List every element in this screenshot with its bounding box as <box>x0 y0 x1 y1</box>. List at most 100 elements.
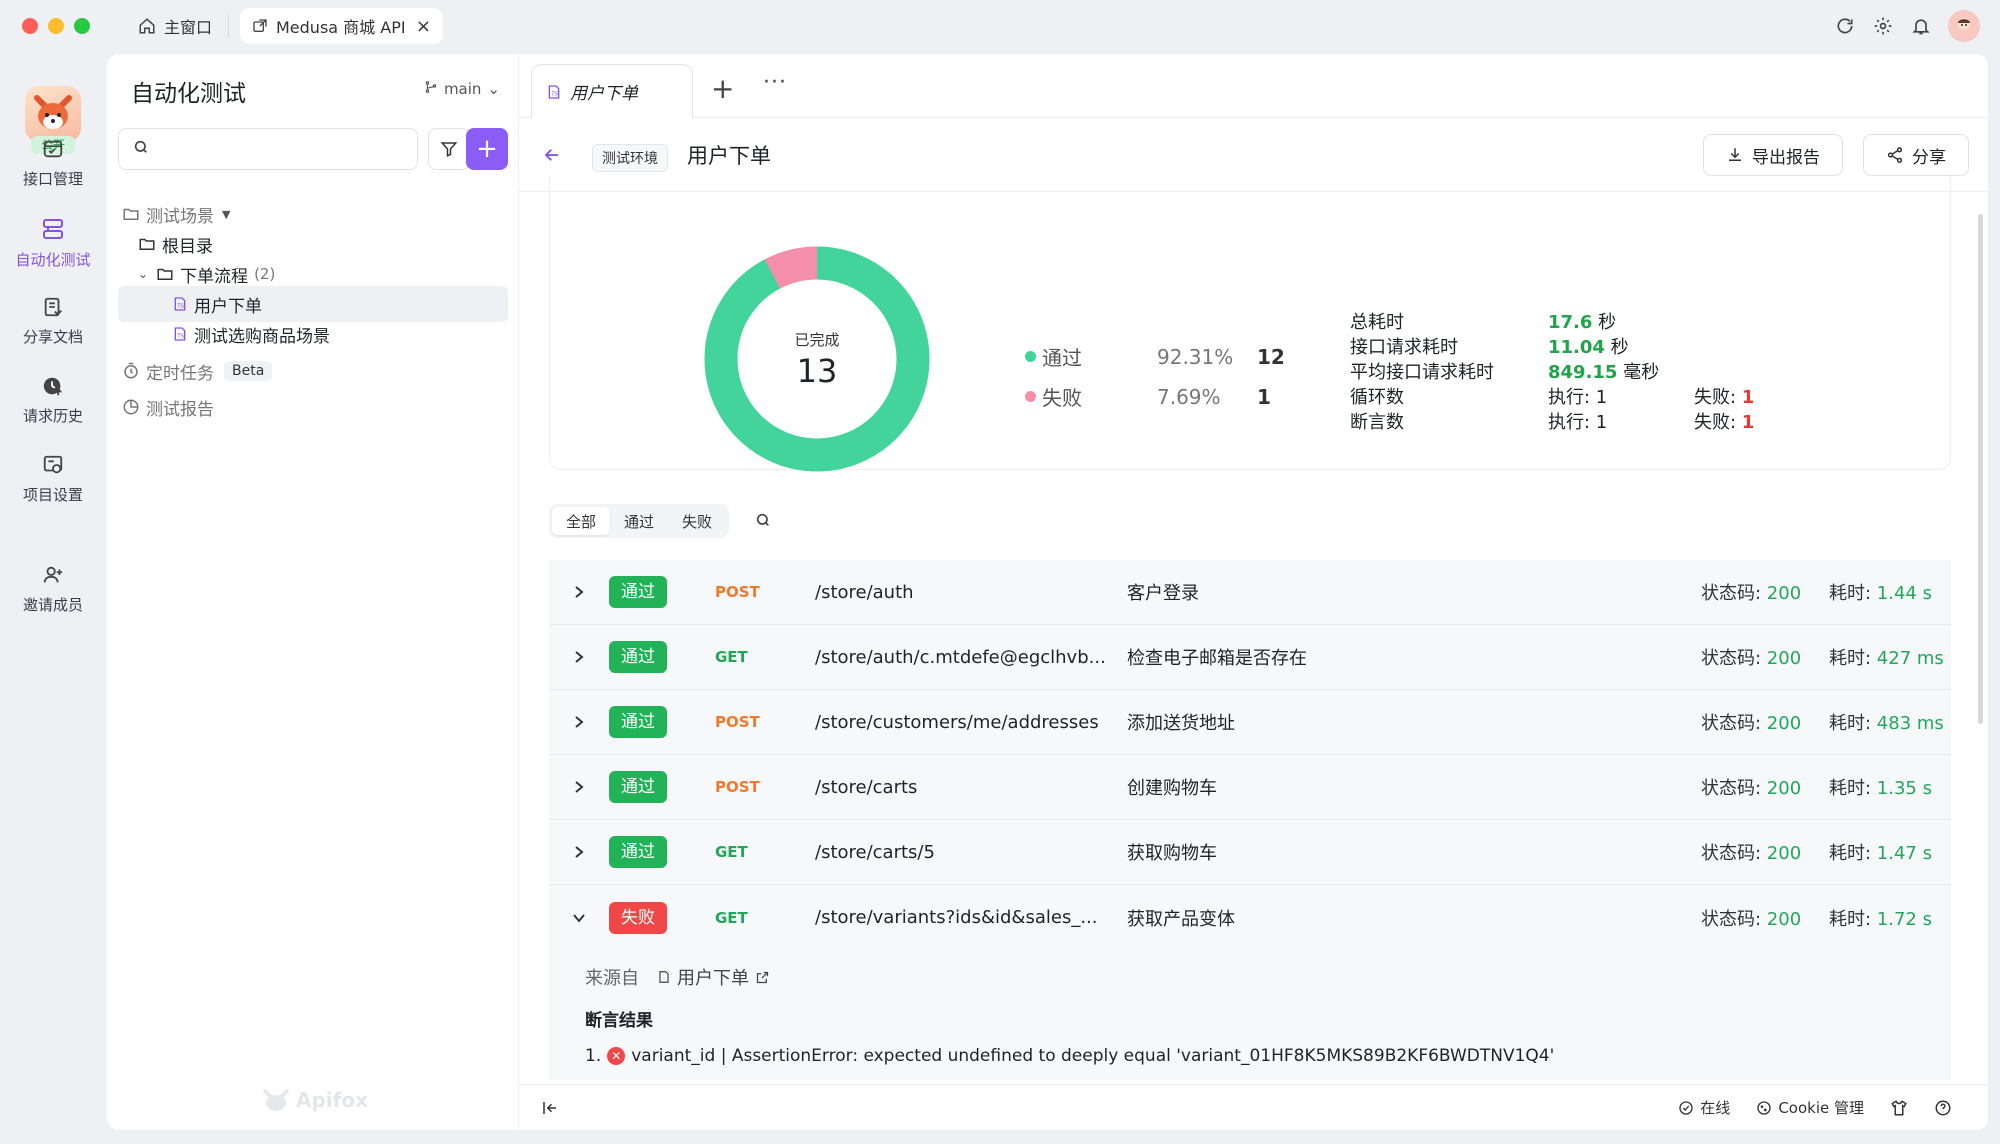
branch-selector[interactable]: main ⌄ <box>424 80 500 98</box>
external-window-icon <box>252 18 268 34</box>
user-avatar[interactable] <box>1948 10 1980 42</box>
fox-logo-icon <box>34 95 72 129</box>
tree-node-shopping[interactable]: TS 测试选购商品场景 <box>118 316 508 352</box>
close-window-button[interactable] <box>22 18 38 34</box>
stat-label: 平均接口请求耗时 <box>1350 362 1494 383</box>
collapse-sidebar-icon[interactable] <box>541 1099 559 1121</box>
results-search-icon[interactable] <box>755 512 771 532</box>
result-row[interactable]: 通过 POST /store/customers/me/addresses 添加… <box>549 690 1951 755</box>
tree-node-reports-label: 测试报告 <box>146 399 214 420</box>
nav-item-history[interactable]: 请求历史 <box>0 375 106 426</box>
stat-avg-time: 平均接口请求耗时 849.15 毫秒 <box>1350 358 1659 384</box>
nav-item-automation-label: 自动化测试 <box>15 251 91 269</box>
result-row[interactable]: 通过 POST /store/carts 创建购物车 状态码: 200 耗时: … <box>549 755 1951 820</box>
source-link[interactable]: 用户下单 <box>657 964 770 990</box>
status-badge: 通过 <box>609 836 667 868</box>
tree-search-input[interactable] <box>159 140 399 158</box>
result-row[interactable]: 通过 GET /store/carts/5 获取购物车 状态码: 200 耗时:… <box>549 820 1951 885</box>
cookie-manager[interactable]: Cookie 管理 <box>1756 1097 1864 1118</box>
more-dots-icon[interactable]: ··· <box>763 70 787 95</box>
doc-tab-label: 用户下单 <box>570 84 638 104</box>
duration: 483 ms <box>1876 713 1944 734</box>
share-label: 分享 <box>1912 147 1946 168</box>
automation-icon <box>0 217 106 241</box>
chevron-right-icon[interactable] <box>549 650 609 664</box>
nav-item-invite[interactable]: 邀请成员 <box>0 564 106 615</box>
add-button[interactable]: + <box>466 128 508 170</box>
result-row[interactable]: 通过 POST /store/auth 客户登录 状态码: 200 耗时: 1.… <box>549 560 1951 625</box>
doc-tab-user-order[interactable]: TS 用户下单 <box>531 64 693 118</box>
tree-node-root-label: 根目录 <box>162 236 213 257</box>
status-code-label: 状态码: <box>1701 583 1767 604</box>
gear-icon[interactable] <box>1872 15 1894 37</box>
chevron-right-icon[interactable] <box>549 715 609 729</box>
stat-exec: 执行: 1 <box>1548 387 1608 408</box>
chevron-down-icon: ⌄ <box>138 267 149 281</box>
share-button[interactable]: 分享 <box>1863 134 1969 176</box>
status-code: 200 <box>1766 843 1802 864</box>
back-arrow-icon[interactable] <box>543 146 561 168</box>
tree-search[interactable] <box>118 128 418 170</box>
window-tab-project[interactable]: Medusa 商城 API × <box>240 8 443 44</box>
chevron-right-icon[interactable] <box>549 780 609 794</box>
http-method: GET <box>715 908 748 927</box>
api-icon <box>0 138 106 160</box>
status-code-label: 状态码: <box>1701 713 1767 734</box>
tree-node-scheduled[interactable]: 定时任务 Beta <box>118 353 508 389</box>
result-filter-tabs: 全部 通过 失败 <box>549 504 730 538</box>
tree-node-reports[interactable]: 测试报告 <box>118 389 508 425</box>
status-badge: 通过 <box>609 641 667 673</box>
nav-item-automation[interactable]: 自动化测试 <box>0 217 106 270</box>
check-circle-icon <box>1679 1100 1693 1115</box>
filter-tab-pass[interactable]: 通过 <box>610 507 668 535</box>
cookie-icon <box>1757 1100 1771 1115</box>
doc-tabs-bar: TS 用户下单 + ··· <box>519 54 1988 118</box>
online-status[interactable]: 在线 <box>1678 1097 1730 1118</box>
maximize-window-button[interactable] <box>74 18 90 34</box>
legend-fail-pct: 7.69% <box>1157 384 1221 409</box>
status-code: 200 <box>1766 583 1802 604</box>
stat-fail-value: 1 <box>1741 412 1755 433</box>
chevron-down-icon: ⌄ <box>487 80 500 98</box>
home-icon <box>138 17 156 35</box>
tree-node-user-order-label: 用户下单 <box>194 296 262 317</box>
filter-button[interactable] <box>428 128 470 170</box>
chevron-right-icon[interactable] <box>549 845 609 859</box>
chevron-right-icon[interactable] <box>549 585 609 599</box>
assert-message: variant_id | AssertionError: expected un… <box>631 1046 1555 1066</box>
plus-icon: + <box>476 134 498 164</box>
help-icon[interactable] <box>1934 1099 1952 1117</box>
minimize-window-button[interactable] <box>48 18 64 34</box>
new-tab-plus-icon[interactable]: + <box>711 72 734 105</box>
nav-item-share-doc[interactable]: 分享文档 <box>0 296 106 347</box>
status-badge: 通过 <box>609 771 667 803</box>
stat-loops: 循环数 执行: 1 失败: 1 <box>1350 383 1754 409</box>
svg-text:TS: TS <box>176 333 184 339</box>
window-tab-home-label: 主窗口 <box>164 18 213 37</box>
window-tab-home[interactable]: 主窗口 <box>138 8 212 44</box>
folder-icon <box>138 235 156 253</box>
refresh-icon[interactable] <box>1834 15 1856 37</box>
nav-item-api-label: 接口管理 <box>22 170 83 188</box>
status-code-label: 状态码: <box>1701 908 1767 930</box>
project-avatar[interactable] <box>25 86 81 142</box>
close-tab-icon[interactable]: × <box>416 16 431 37</box>
apifox-logo-icon <box>262 1088 290 1111</box>
duration: 1.47 s <box>1876 843 1932 864</box>
filter-tab-all[interactable]: 全部 <box>552 507 611 535</box>
filter-tab-fail[interactable]: 失败 <box>668 507 726 535</box>
result-row-expanded[interactable]: 失败 GET /store/variants?ids&id&sales_... … <box>549 885 1951 950</box>
status-footer: 在线 Cookie 管理 <box>519 1084 1988 1130</box>
assert-index: 1. <box>585 1046 602 1066</box>
bell-icon[interactable] <box>1910 15 1932 37</box>
result-row[interactable]: 通过 GET /store/auth/c.mtdefe@egclhvb... 检… <box>549 625 1951 690</box>
duration-label: 耗时: <box>1829 908 1877 930</box>
export-report-button[interactable]: 导出报告 <box>1703 134 1843 176</box>
chevron-down-icon[interactable] <box>549 912 609 924</box>
shirt-icon[interactable] <box>1890 1099 1908 1117</box>
donut-center: 已完成 13 <box>704 246 930 472</box>
nav-item-settings[interactable]: 项目设置 <box>0 454 106 505</box>
main-scrollbar[interactable] <box>1978 214 1983 724</box>
stat-fail-value: 1 <box>1741 387 1755 408</box>
nav-item-api[interactable]: 接口管理 <box>0 138 106 189</box>
